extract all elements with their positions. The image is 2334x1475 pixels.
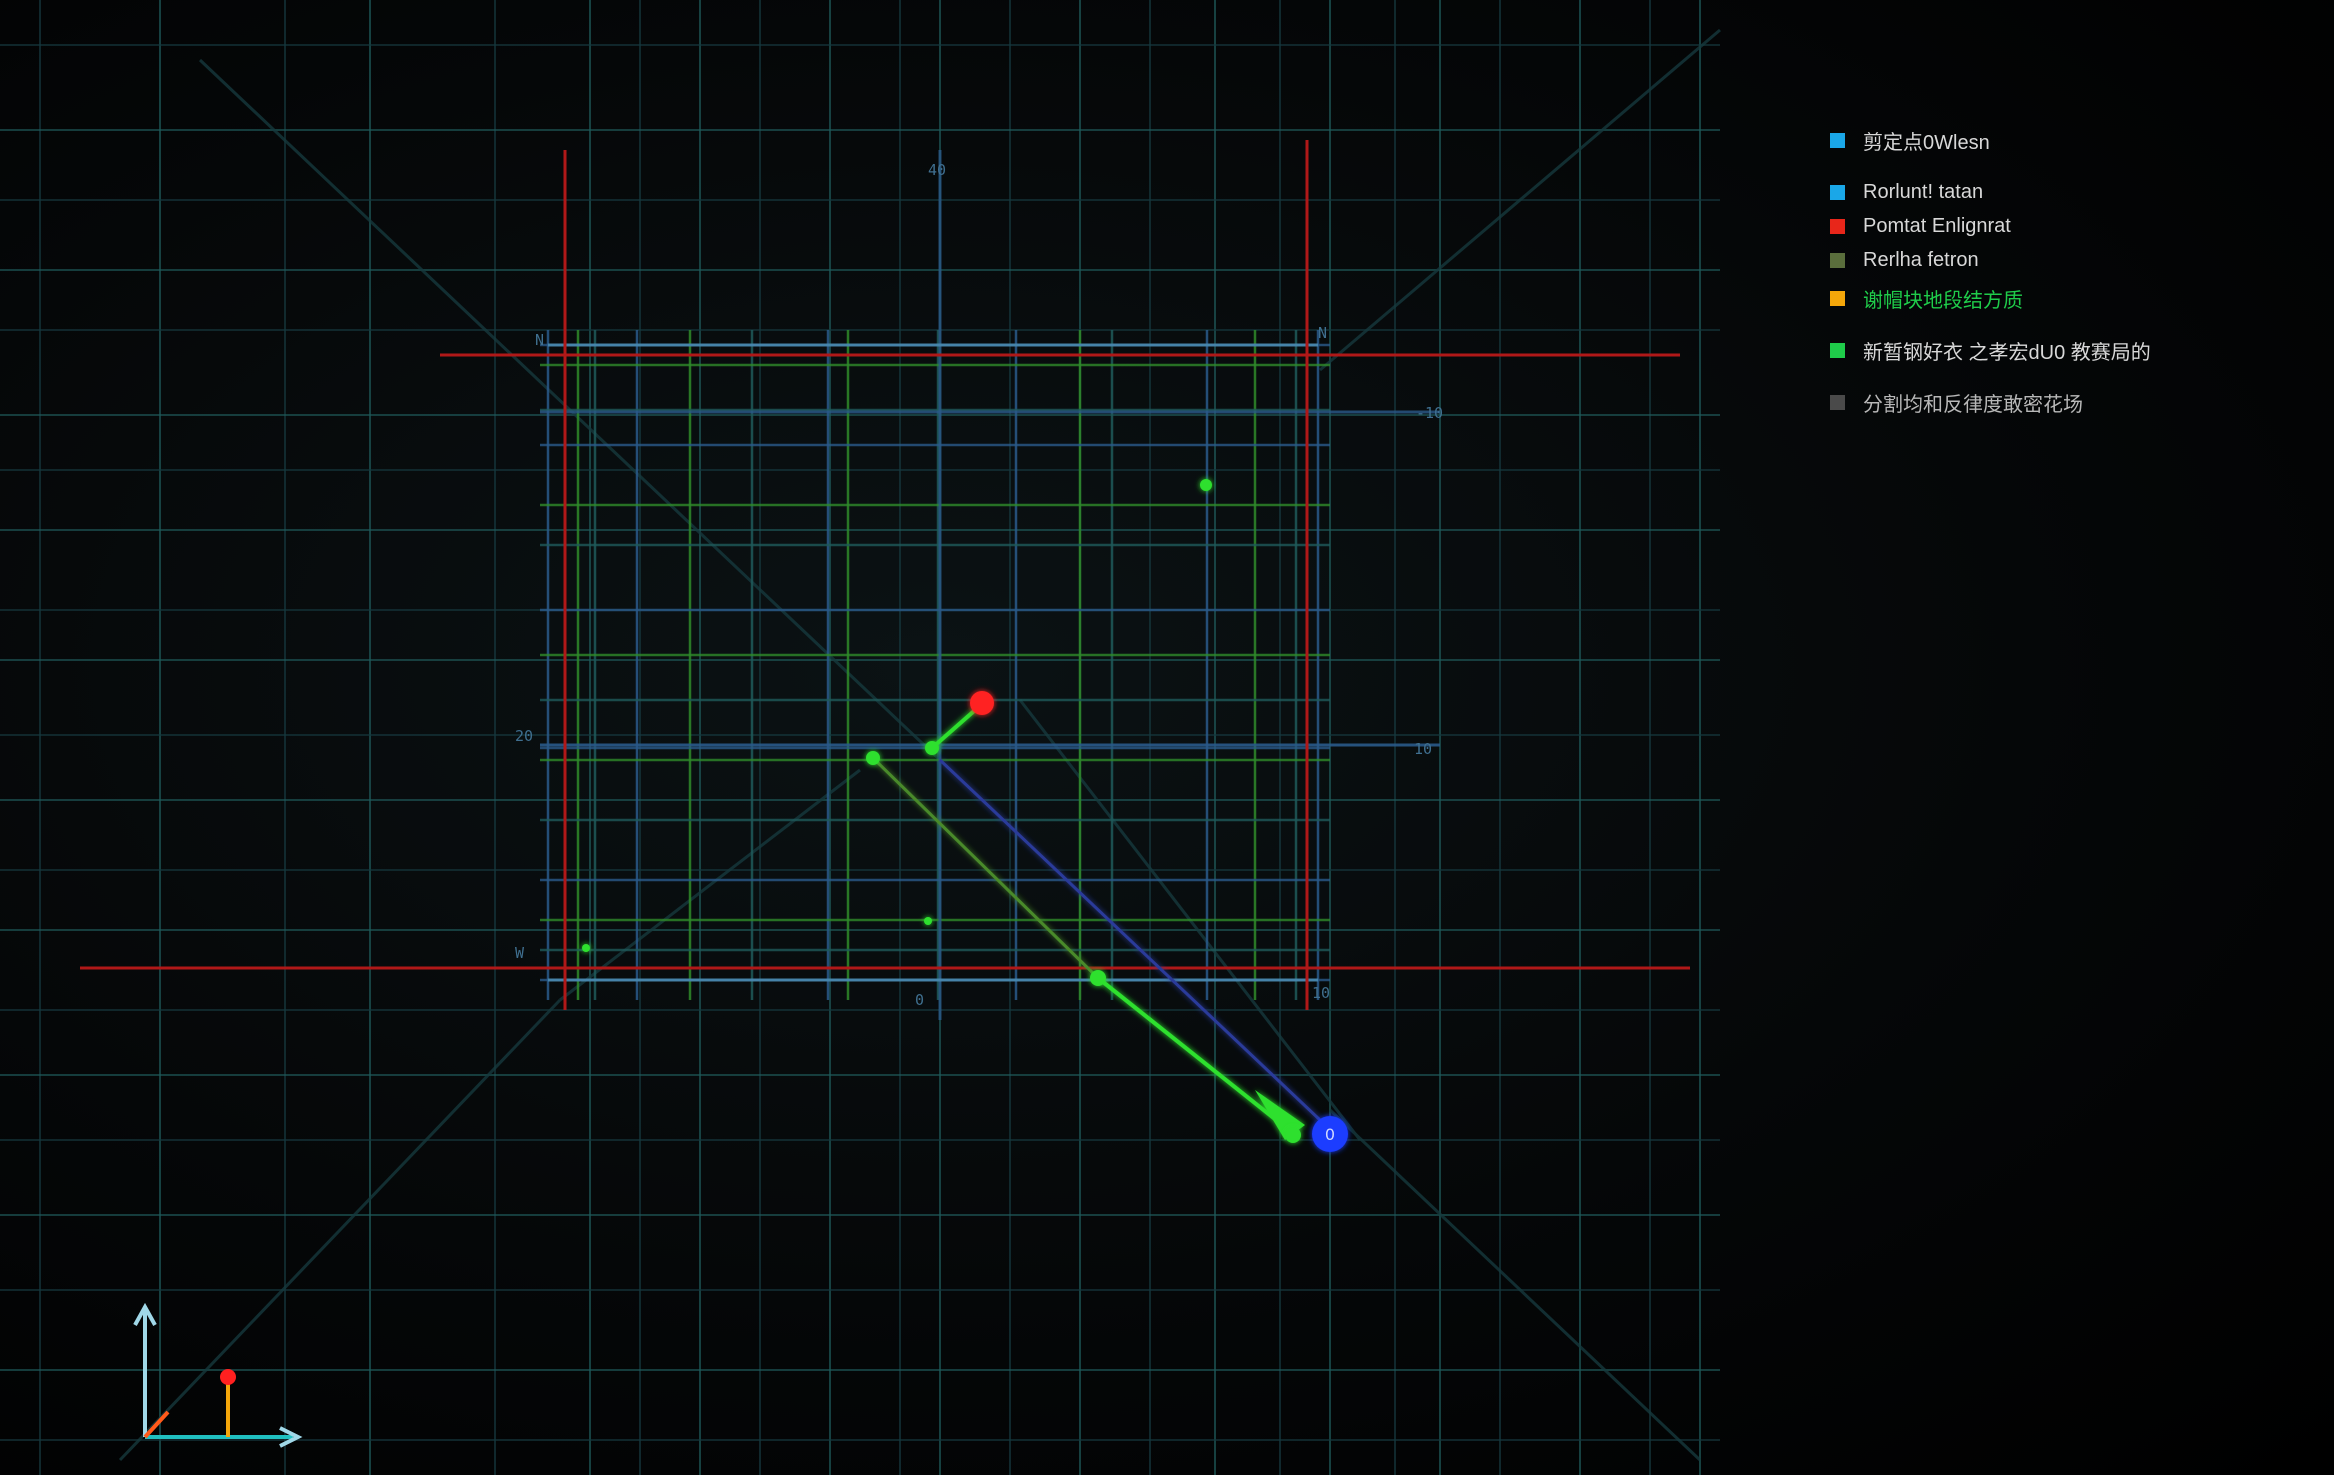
gizmo-z-handle[interactable] <box>220 1369 236 1385</box>
legend-label: 谢帽块地段结方质 <box>1863 289 2023 312</box>
point-marker[interactable] <box>582 944 590 952</box>
background-grid <box>0 0 1720 1475</box>
point-marker[interactable] <box>1285 1127 1301 1143</box>
gizmo-diag-axis <box>143 1410 170 1439</box>
legend-item[interactable]: Rerlha fetron <box>1830 245 2270 275</box>
bounding-box-grid <box>540 150 1440 1020</box>
trajectory-segment <box>938 758 1322 1122</box>
legend-swatch <box>1830 394 1845 410</box>
legend-item[interactable]: 剪定点0Wlesn <box>1830 125 2270 155</box>
axis-label-right-mid: 10 <box>1414 740 1432 758</box>
perspective-guide-line <box>1328 1108 1702 1462</box>
corner-label-bottom-left: W <box>515 944 525 962</box>
3d-viewport[interactable]: 40 20 -10 10 0 N N W 10 0 剪定点0Wlesn Rorl… <box>0 0 2334 1475</box>
legend-swatch <box>1830 290 1845 306</box>
legend-label: Pomtat Enlignrat <box>1863 214 2011 237</box>
legend-item[interactable]: 分割均和反律度敢密花场 <box>1830 387 2270 417</box>
axis-label-bottom: 0 <box>915 991 924 1009</box>
legend-item[interactable]: 新暂钢好衣 之孝宏dU0 教赛局的 <box>1830 335 2270 365</box>
legend-label: 新暂钢好衣 之孝宏dU0 教赛局的 <box>1863 341 2151 364</box>
corner-label-bottom-right: 10 <box>1312 984 1330 1002</box>
corner-label-top-right: N <box>1318 324 1327 342</box>
legend-label: 分割均和反律度敢密花场 <box>1863 393 2083 416</box>
axis-label-top: 40 <box>928 161 946 179</box>
legend-item[interactable]: 谢帽块地段结方质 <box>1830 283 2270 313</box>
points: 0 <box>582 479 1348 1152</box>
point-marker[interactable] <box>1200 479 1212 491</box>
point-marker[interactable] <box>866 751 880 765</box>
legend-swatch <box>1830 252 1845 268</box>
legend-label: 剪定点0Wlesn <box>1863 131 1990 154</box>
legend-swatch <box>1830 184 1845 200</box>
legend: 剪定点0Wlesn Rorlunt! tatan Pomtat Enlignra… <box>1830 125 2270 417</box>
corner-label-top-left: N <box>535 331 544 349</box>
perspective-guide-line <box>559 768 861 1002</box>
legend-label: Rorlunt! tatan <box>1863 180 1984 203</box>
axis-label-right-upper: -10 <box>1416 404 1443 422</box>
point-marker[interactable] <box>1090 970 1106 986</box>
legend-swatch <box>1830 342 1845 358</box>
legend-item[interactable]: Pomtat Enlignrat <box>1830 211 2270 241</box>
legend-swatch <box>1830 218 1845 234</box>
point-marker[interactable] <box>924 917 932 925</box>
axis-labels: 40 20 -10 10 0 N N W 10 <box>515 161 1443 1009</box>
blue-marker-label: 0 <box>1325 1125 1335 1144</box>
legend-label: Rerlha fetron <box>1863 248 1979 271</box>
legend-item[interactable]: Rorlunt! tatan <box>1830 177 2270 207</box>
trajectory-segment <box>871 756 1100 980</box>
red-target-marker[interactable] <box>970 691 994 715</box>
legend-swatch <box>1830 132 1845 148</box>
point-marker[interactable] <box>925 741 939 755</box>
axis-label-left: 20 <box>515 727 533 745</box>
